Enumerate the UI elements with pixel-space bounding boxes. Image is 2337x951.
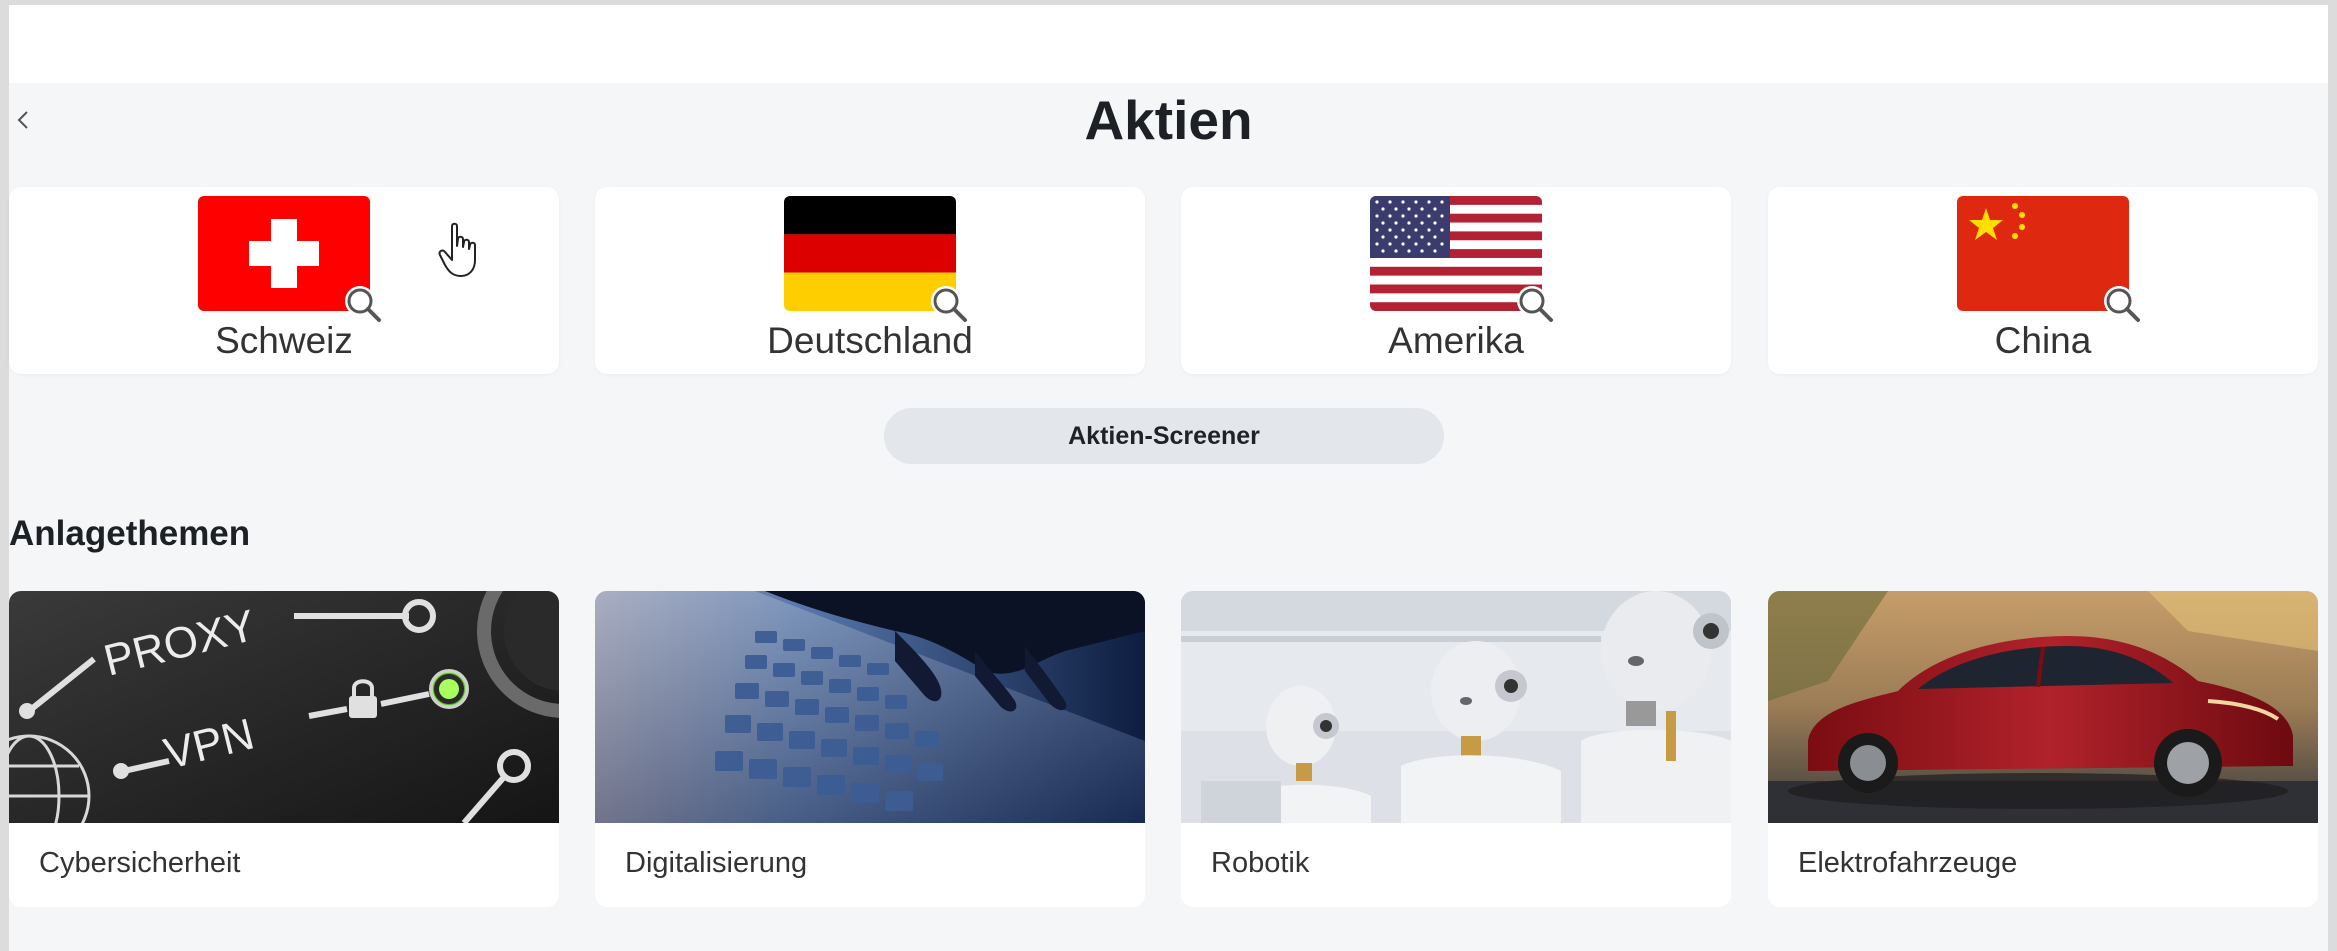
robots-image xyxy=(1181,591,1731,823)
country-card-amerika[interactable]: Amerika xyxy=(1181,187,1731,374)
top-bar xyxy=(9,5,2328,83)
country-label: China xyxy=(1994,320,2092,361)
section-title-anlagethemen: Anlagethemen xyxy=(9,514,251,553)
country-card-china[interactable]: China xyxy=(1768,187,2318,374)
aktien-screener-button[interactable]: Aktien-Screener xyxy=(884,408,1444,464)
page-title: Aktien xyxy=(1084,89,1253,151)
country-card-schweiz[interactable]: Schweiz xyxy=(9,187,559,374)
theme-card-robotik[interactable]: Robotik xyxy=(1181,591,1731,907)
theme-label: Cybersicherheit xyxy=(39,847,241,879)
theme-card-cybersicherheit[interactable]: PROXY VPN Cybersicherheit xyxy=(9,591,559,907)
theme-label: Robotik xyxy=(1211,847,1310,879)
theme-card-digitalisierung[interactable]: Digitalisierung xyxy=(595,591,1145,907)
country-label: Deutschland xyxy=(767,320,973,361)
theme-label: Digitalisierung xyxy=(625,847,808,879)
theme-label: Elektrofahrzeuge xyxy=(1798,847,2018,879)
country-label: Amerika xyxy=(1388,320,1524,361)
country-card-deutschland[interactable]: Deutschland xyxy=(595,187,1145,374)
theme-card-elektrofahrzeuge[interactable]: Elektrofahrzeuge xyxy=(1768,591,2318,907)
cybersecurity-image: PROXY VPN xyxy=(9,591,559,823)
keyboard-image xyxy=(595,591,1145,823)
page-bottom xyxy=(9,920,2328,951)
electric-car-image xyxy=(1768,591,2318,823)
country-label: Schweiz xyxy=(215,320,353,361)
hand-cursor-icon xyxy=(438,222,476,277)
